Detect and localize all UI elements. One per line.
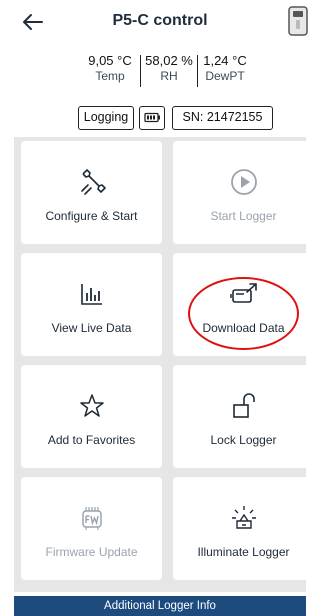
download-device-icon: [229, 281, 259, 312]
dewpoint-label: DewPT: [205, 69, 245, 83]
battery-icon: [139, 106, 165, 130]
firmware-icon: [77, 503, 107, 538]
page-title: P5-C control: [112, 12, 208, 29]
humidity-label: RH: [160, 69, 178, 83]
humidity-reading: 58,02 % RH: [142, 53, 196, 89]
view-live-data-button[interactable]: View Live Data: [21, 253, 162, 356]
illuminate-logger-label: Illuminate Logger: [197, 545, 290, 559]
action-grid: Configure & Start Start Logger View Live…: [14, 137, 314, 592]
firmware-update-button[interactable]: Firmware Update: [21, 477, 162, 580]
status-row: Logging SN: 21472155: [0, 106, 320, 130]
light-icon: [230, 504, 258, 537]
dewpoint-value: 1,24 °C: [203, 53, 247, 68]
download-data-label: Download Data: [202, 321, 285, 335]
serial-number-badge: SN: 21472155: [172, 106, 273, 130]
unlock-icon: [231, 392, 257, 425]
illuminate-logger-button[interactable]: Illuminate Logger: [173, 477, 314, 580]
configure-start-label: Configure & Start: [45, 209, 138, 223]
lock-logger-button[interactable]: Lock Logger: [173, 365, 314, 468]
temperature-label: Temp: [95, 69, 125, 83]
download-data-button[interactable]: Download Data: [173, 253, 314, 356]
bar-chart-icon: [79, 281, 105, 312]
start-logger-label: Start Logger: [210, 209, 277, 223]
additional-logger-info-button[interactable]: Additional Logger Info: [14, 596, 306, 616]
star-icon: [79, 393, 105, 424]
logging-status-badge: Logging: [78, 106, 134, 130]
temperature-reading: 9,05 °C Temp: [82, 53, 138, 89]
add-to-favorites-label: Add to Favorites: [47, 433, 136, 447]
lock-logger-label: Lock Logger: [210, 433, 277, 447]
configure-start-button[interactable]: Configure & Start: [21, 141, 162, 244]
humidity-value: 58,02 %: [145, 53, 193, 68]
divider: [197, 55, 198, 87]
view-live-data-label: View Live Data: [51, 321, 132, 335]
play-icon: [229, 167, 259, 202]
wrench-icon: [77, 167, 107, 202]
dewpoint-reading: 1,24 °C DewPT: [200, 53, 250, 89]
app-header: P5-C control: [0, 0, 320, 42]
sensor-readings: 9,05 °C Temp 58,02 % RH 1,24 °C DewPT: [0, 53, 320, 89]
divider: [140, 55, 141, 87]
start-logger-button[interactable]: Start Logger: [173, 141, 314, 244]
temperature-value: 9,05 °C: [88, 53, 132, 68]
add-to-favorites-button[interactable]: Add to Favorites: [21, 365, 162, 468]
logger-device-icon: [287, 5, 309, 37]
firmware-update-label: Firmware Update: [45, 545, 138, 559]
